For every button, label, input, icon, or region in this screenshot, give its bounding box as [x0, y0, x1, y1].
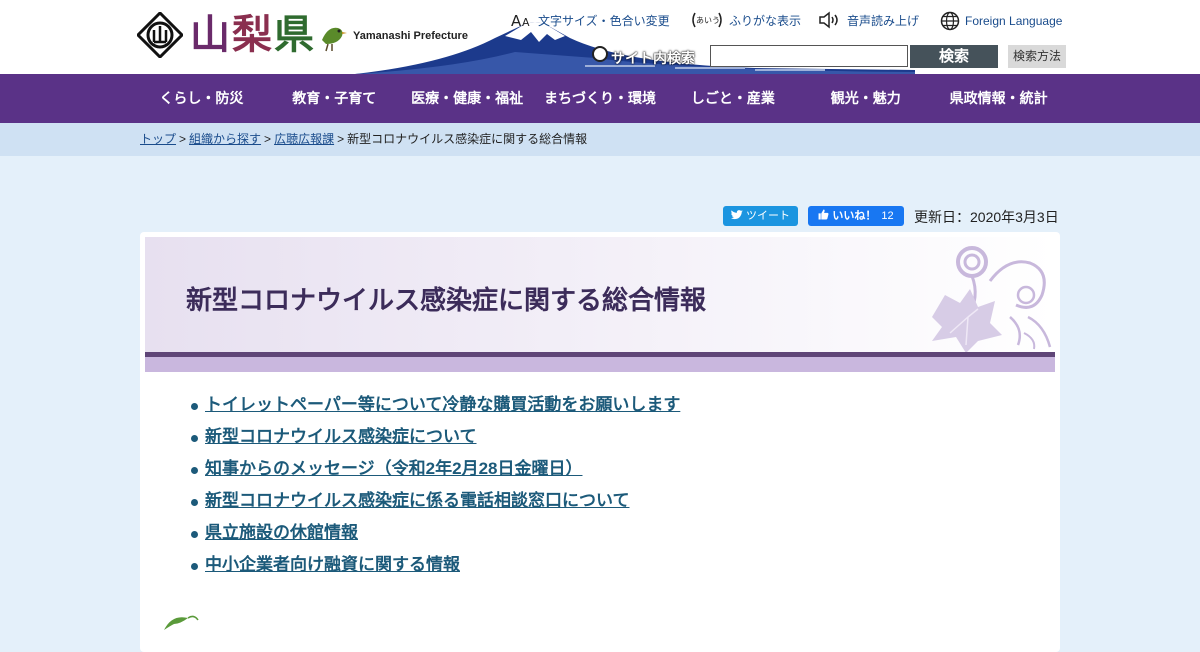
voice-link-label: 音声読み上げ	[847, 13, 920, 28]
nav-item-town[interactable]: まちづくり・環境	[534, 74, 667, 123]
global-nav: くらし・防災 教育・子育て 医療・健康・福祉 まちづくり・環境 しごと・産業 観…	[0, 74, 1200, 123]
breadcrumb-separator: >	[264, 132, 272, 146]
link-sme-financing[interactable]: 中小企業者向け融資に関する情報	[205, 555, 460, 574]
logo-char-2: 梨	[232, 11, 274, 58]
breadcrumb-public-relations[interactable]: 広聴広報課	[274, 132, 334, 146]
foreign-language-link[interactable]: Foreign Language	[940, 11, 1062, 31]
content-card: 新型コロナウイルス感染症に関する総合情報 トイレットペーパー等について冷静な購買…	[140, 232, 1060, 652]
nav-item-medical[interactable]: 医療・健康・福祉	[401, 74, 534, 123]
search-button[interactable]: 検索	[910, 45, 998, 68]
like-label: いいね！	[832, 210, 877, 222]
thumbs-up-icon	[818, 209, 829, 220]
logo-char-1: 山	[190, 11, 232, 58]
list-item: 新型コロナウイルス感染症に係る電話相談窓口について	[188, 490, 680, 522]
link-covid-about[interactable]: 新型コロナウイルス感染症について	[205, 427, 477, 446]
site-search-label: サイト内検索	[611, 50, 695, 66]
breadcrumb-organization[interactable]: 組織から探す	[189, 132, 261, 146]
logo-char-3: 県	[274, 11, 316, 58]
aa-icon: AA	[511, 11, 533, 29]
list-item: 知事からのメッセージ（令和2年2月28日金曜日）	[188, 458, 680, 490]
breadcrumb-separator: >	[337, 132, 345, 146]
breadcrumb-separator: >	[179, 132, 187, 146]
page-title: 新型コロナウイルス感染症に関する総合情報	[186, 285, 707, 315]
site-header: 山梨県 Yamanashi Prefecture AA 文字サイズ・色合い変更 …	[0, 0, 1200, 74]
list-item: トイレットペーパー等について冷静な購買活動をお願いします	[188, 394, 680, 426]
facebook-like-button[interactable]: いいね！ 12	[808, 206, 904, 226]
tweet-label: ツイート	[746, 210, 790, 222]
search-help-button[interactable]: 検索方法	[1008, 45, 1066, 68]
furigana-icon: あいう	[690, 11, 724, 29]
svg-text:A: A	[522, 16, 530, 29]
list-item: 県立施設の休館情報	[188, 522, 680, 554]
furigana-link-label: ふりがな表示	[729, 13, 802, 28]
updated-date: 更新日：2020年3月3日	[914, 209, 1059, 225]
furigana-link[interactable]: あいう ふりがな表示	[690, 11, 801, 29]
foreign-language-label: Foreign Language	[965, 14, 1063, 28]
search-input[interactable]	[710, 45, 908, 67]
logo-wordmark[interactable]: 山梨県	[190, 10, 316, 60]
site-search-radio[interactable]	[592, 46, 608, 62]
speaker-icon	[818, 11, 842, 29]
svg-text:A: A	[511, 12, 522, 29]
nav-item-work[interactable]: しごと・産業	[666, 74, 799, 123]
breadcrumb-current: 新型コロナウイルス感染症に関する総合情報	[347, 132, 588, 146]
link-toilet-paper[interactable]: トイレットペーパー等について冷静な購買活動をお願いします	[205, 395, 680, 414]
info-link-list: トイレットペーパー等について冷静な購買活動をお願いします 新型コロナウイルス感染…	[188, 394, 680, 586]
link-phone-consultation[interactable]: 新型コロナウイルス感染症に係る電話相談窓口について	[205, 491, 630, 510]
nav-item-living[interactable]: くらし・防災	[135, 74, 268, 123]
list-item: 新型コロナウイルス感染症について	[188, 426, 680, 458]
bird-icon	[322, 27, 347, 52]
prefecture-emblem-icon[interactable]	[137, 12, 183, 58]
breadcrumb-top[interactable]: トップ	[140, 132, 176, 146]
title-band	[145, 357, 1055, 372]
nav-item-tourism[interactable]: 観光・魅力	[799, 74, 932, 123]
voice-reading-link[interactable]: 音声読み上げ	[818, 11, 919, 29]
link-facility-closure[interactable]: 県立施設の休館情報	[205, 523, 358, 542]
font-size-color-link[interactable]: AA 文字サイズ・色合い変更	[511, 11, 670, 29]
twitter-bird-icon	[730, 210, 743, 220]
list-item: 中小企業者向け融資に関する情報	[188, 554, 680, 586]
font-size-link-label: 文字サイズ・色合い変更	[538, 13, 670, 28]
vine-leaf-icon	[164, 615, 199, 630]
breadcrumb: トップ > 組織から探す > 広聴広報課 > 新型コロナウイルス感染症に関する総合情報	[0, 123, 1200, 156]
grape-vine-decoration-icon	[932, 246, 1052, 353]
svg-text:あいう: あいう	[696, 16, 720, 25]
globe-icon	[940, 11, 960, 31]
tweet-button[interactable]: ツイート	[723, 206, 798, 226]
nav-item-government[interactable]: 県政情報・統計	[932, 74, 1065, 123]
like-count: 12	[881, 210, 894, 222]
link-governor-message[interactable]: 知事からのメッセージ（令和2年2月28日金曜日）	[205, 459, 582, 478]
nav-item-education[interactable]: 教育・子育て	[268, 74, 401, 123]
